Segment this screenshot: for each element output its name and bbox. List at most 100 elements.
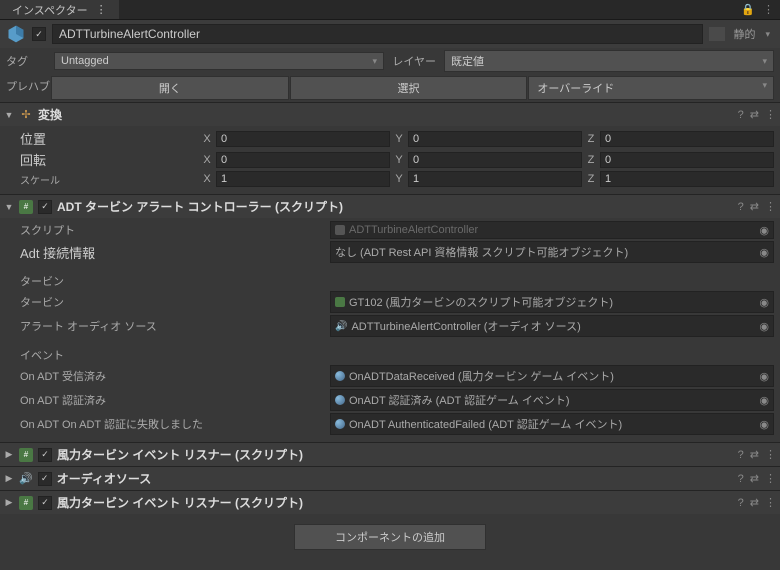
audio-source-section: ▶ 🔊 ✓ オーディオソース ?⇄⋮ [0, 466, 780, 490]
menu-icon[interactable]: ⋮ [765, 472, 776, 485]
audio-source-header[interactable]: ▶ 🔊 ✓ オーディオソース ?⇄⋮ [0, 467, 780, 490]
wind-turbine-listener-2-section: ▶ # ✓ 風力タービン イベント リスナー (スクリプト) ?⇄⋮ [0, 490, 780, 514]
scriptable-object-icon [335, 297, 345, 307]
rotation-x-input[interactable] [216, 152, 390, 168]
event1-field[interactable]: OnADTDataReceived (風力タービン ゲーム イベント)◉ [330, 365, 774, 387]
gameobject-name-input[interactable] [52, 24, 703, 44]
wind-turbine-listener-2-header[interactable]: ▶ # ✓ 風力タービン イベント リスナー (スクリプト) ?⇄⋮ [0, 491, 780, 514]
preset-icon[interactable]: ⇄ [750, 448, 759, 461]
event3-value: OnADT AuthenticatedFailed (ADT 認証ゲーム イベン… [349, 416, 622, 432]
audio-label: アラート オーディオ ソース [20, 318, 330, 334]
active-checkbox[interactable]: ✓ [32, 27, 46, 41]
wind-turbine-listener-1-header[interactable]: ▶ # ✓ 風力タービン イベント リスナー (スクリプト) ?⇄⋮ [0, 443, 780, 466]
lock-icon[interactable]: 🔒 [741, 3, 755, 16]
z-label: Z [584, 131, 598, 147]
event2-field[interactable]: OnADT 認証済み (ADT 認証ゲーム イベント)◉ [330, 389, 774, 411]
object-picker-icon[interactable]: ◉ [759, 320, 769, 333]
scale-y-input[interactable] [408, 171, 582, 187]
prefab-label: プレハブ [6, 76, 50, 100]
static-label: 静的 [733, 26, 755, 42]
transform-icon: ✢ [19, 108, 33, 122]
collapsed-title-1: 風力タービン イベント リスナー (スクリプト) [57, 446, 733, 463]
transform-section: ▼ ✢ 変換 ?⇄⋮ 位置 XYZ 回転 XYZ スケール XYZ [0, 102, 780, 194]
foldout-collapsed-icon[interactable]: ▶ [4, 449, 14, 460]
help-icon[interactable]: ? [738, 201, 744, 213]
component-enabled-checkbox[interactable]: ✓ [38, 496, 52, 510]
add-component-button[interactable]: コンポーネントの追加 [294, 524, 486, 550]
help-icon[interactable]: ? [738, 497, 744, 509]
component-enabled-checkbox[interactable]: ✓ [38, 448, 52, 462]
scale-x-input[interactable] [216, 171, 390, 187]
rotation-y-input[interactable] [408, 152, 582, 168]
turbine-section-label: タービン [20, 273, 200, 289]
menu-icon[interactable]: ⋮ [765, 108, 776, 121]
layer-value: 既定値 [451, 53, 484, 69]
object-picker-icon[interactable]: ◉ [759, 370, 769, 383]
script-field[interactable]: ADTTurbineAlertController ◉ [330, 221, 774, 239]
conn-value: なし (ADT Rest API 資格情報 スクリプト可能オブジェクト) [335, 244, 628, 260]
audio-source-icon: 🔊 [335, 321, 347, 332]
adt-script-header[interactable]: ▼ # ✓ ADT タービン アラート コントローラー (スクリプト) ? ⇄ ⋮ [0, 195, 780, 218]
object-picker-icon[interactable]: ◉ [759, 296, 769, 309]
inspector-tab-label: インスペクター [12, 2, 88, 18]
foldout-icon[interactable]: ▼ [4, 110, 14, 120]
foldout-collapsed-icon[interactable]: ▶ [4, 473, 14, 484]
event2-label: On ADT 認証済み [20, 392, 330, 408]
turbine-value: GT102 (風力タービンのスクリプト可能オブジェクト) [349, 294, 613, 310]
adt-script-props: スクリプト ADTTurbineAlertController◉ Adt 接続情… [0, 218, 780, 442]
adt-script-title: ADT タービン アラート コントローラー (スクリプト) [57, 198, 733, 215]
object-picker-icon[interactable]: ◉ [759, 224, 769, 237]
prefab-open-button[interactable]: 開く [51, 76, 289, 100]
scale-label: スケール [20, 172, 200, 187]
preset-icon[interactable]: ⇄ [750, 472, 759, 485]
menu-icon[interactable]: ⋮ [765, 496, 776, 509]
preset-icon[interactable]: ⇄ [750, 108, 759, 121]
position-z-input[interactable] [600, 131, 774, 147]
script-icon: # [19, 200, 33, 214]
tag-dropdown[interactable]: Untagged [54, 52, 384, 70]
help-icon[interactable]: ? [738, 109, 744, 121]
prefab-overrides-label: オーバーライド [537, 83, 614, 95]
tab-menu-icon[interactable]: ⋮ [96, 3, 107, 16]
event3-field[interactable]: OnADT AuthenticatedFailed (ADT 認証ゲーム イベン… [330, 413, 774, 435]
speaker-icon: 🔊 [19, 472, 33, 485]
turbine-field[interactable]: GT102 (風力タービンのスクリプト可能オブジェクト) ◉ [330, 291, 774, 313]
tab-bar: インスペクター ⋮ 🔒 ⋮ [0, 0, 780, 20]
preset-icon[interactable]: ⇄ [750, 496, 759, 509]
menu-icon[interactable]: ⋮ [765, 448, 776, 461]
component-enabled-checkbox[interactable]: ✓ [38, 472, 52, 486]
position-label: 位置 [20, 129, 200, 148]
help-icon[interactable]: ? [738, 449, 744, 461]
position-x-input[interactable] [216, 131, 390, 147]
audio-field[interactable]: 🔊ADTTurbineAlertController (オーディオ ソース)◉ [330, 315, 774, 337]
context-menu-icon[interactable]: ⋮ [763, 3, 774, 16]
transform-props: 位置 XYZ 回転 XYZ スケール XYZ [0, 126, 780, 194]
foldout-collapsed-icon[interactable]: ▶ [4, 497, 14, 508]
scale-z-input[interactable] [600, 171, 774, 187]
inspector-tab[interactable]: インスペクター ⋮ [0, 0, 119, 19]
component-enabled-checkbox[interactable]: ✓ [38, 200, 52, 214]
conn-label: Adt 接続情報 [20, 243, 330, 262]
rotation-z-input[interactable] [600, 152, 774, 168]
tag-value: Untagged [61, 55, 109, 67]
preset-icon[interactable]: ⇄ [750, 200, 759, 213]
foldout-icon[interactable]: ▼ [4, 202, 14, 212]
transform-header[interactable]: ▼ ✢ 変換 ?⇄⋮ [0, 103, 780, 126]
help-icon[interactable]: ? [738, 473, 744, 485]
game-event-icon [335, 419, 345, 429]
script-icon: # [19, 496, 33, 510]
menu-icon[interactable]: ⋮ [765, 200, 776, 213]
position-y-input[interactable] [408, 131, 582, 147]
prefab-select-button[interactable]: 選択 [290, 76, 528, 100]
layer-label: レイヤー [388, 53, 440, 69]
static-dropdown-icon[interactable]: ▾ [761, 29, 774, 40]
top-right-icons: 🔒 ⋮ [735, 0, 780, 19]
script-field-value: ADTTurbineAlertController [349, 224, 478, 236]
prefab-overrides-dropdown[interactable]: オーバーライド▾ [528, 76, 774, 100]
y-label: Y [392, 131, 406, 147]
object-picker-icon[interactable]: ◉ [759, 394, 769, 407]
conn-field[interactable]: なし (ADT Rest API 資格情報 スクリプト可能オブジェクト) ◉ [330, 241, 774, 263]
layer-dropdown[interactable]: 既定値 [444, 50, 774, 72]
object-picker-icon[interactable]: ◉ [759, 246, 769, 259]
object-picker-icon[interactable]: ◉ [759, 418, 769, 431]
